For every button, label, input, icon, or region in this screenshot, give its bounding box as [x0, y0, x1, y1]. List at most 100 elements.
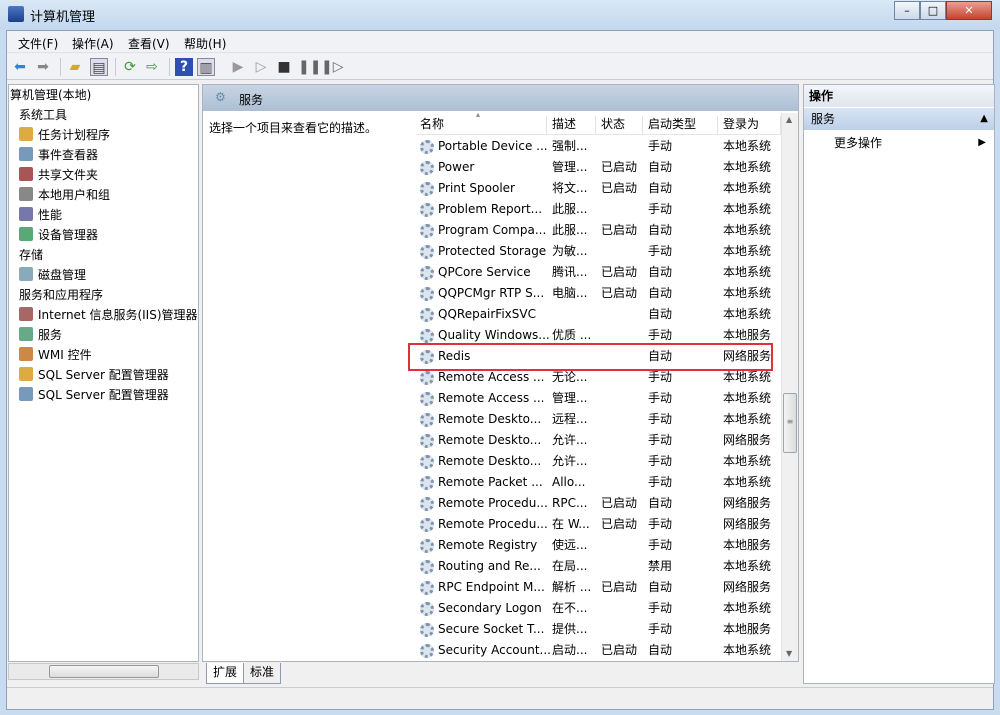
tree-item-label: SQL Server 配置管理器 [38, 388, 169, 402]
tree-item-label: 事件查看器 [38, 148, 99, 162]
service-gear-icon [420, 497, 434, 511]
disk-icon [19, 267, 33, 281]
computer-management-icon [8, 6, 24, 22]
service-status: 已启动 [601, 580, 638, 594]
service-row[interactable]: Routing and Re... 在局... 禁用 本地系统 [416, 556, 782, 577]
service-row[interactable]: Security Account... 启动... 已启动 自动 本地系统 [416, 640, 782, 661]
service-startup-type: 自动 [648, 643, 673, 657]
scroll-down-icon[interactable]: ▼ [786, 649, 792, 658]
service-description: 提供... [552, 622, 588, 636]
service-gear-icon [420, 539, 434, 553]
service-logon: 本地系统 [723, 286, 772, 300]
menu-view[interactable]: 查看(V) [128, 35, 170, 52]
service-row[interactable]: Remote Deskto... 远程... 手动 本地系统 [416, 409, 782, 430]
collapse-icon[interactable]: ▲ [980, 108, 988, 130]
tree-item-label: 本地用户和组 [38, 188, 111, 202]
service-logon: 本地系统 [723, 307, 772, 321]
menu-action[interactable]: 操作(A) [72, 35, 114, 52]
service-row[interactable]: Remote Packet ... Allo... 手动 本地系统 [416, 472, 782, 493]
tree-item[interactable]: 性能 [9, 205, 62, 225]
export-list-icon[interactable]: ⇨ [143, 58, 161, 76]
service-row[interactable]: Remote Access ... 管理... 手动 本地系统 [416, 388, 782, 409]
service-row[interactable]: Remote Registry 使远... 手动 本地服务 [416, 535, 782, 556]
service-row[interactable]: Remote Deskto... 允许... 手动 网络服务 [416, 430, 782, 451]
service-row[interactable]: Remote Deskto... 允许... 手动 本地系统 [416, 451, 782, 472]
service-name: QQRepairFixSVC [438, 307, 536, 321]
stop-icon[interactable]: ■ [275, 58, 293, 76]
service-startup-type: 手动 [648, 475, 673, 489]
close-button[interactable]: ✕ [946, 1, 992, 20]
resume-icon[interactable]: ❚▷ [321, 58, 344, 76]
tree-item[interactable]: 存储 [9, 245, 43, 265]
back-icon[interactable]: ⬅ [11, 58, 29, 76]
tree-item[interactable]: 磁盘管理 [9, 265, 86, 285]
pause-icon[interactable]: ❚❚ [298, 58, 321, 76]
tree-item[interactable]: Internet 信息服务(IIS)管理器 [9, 305, 198, 325]
service-row[interactable]: Remote Procedu... 在 W... 已启动 手动 网络服务 [416, 514, 782, 535]
list-vertical-scrollbar[interactable]: ▲ ≡ ▼ [781, 113, 798, 661]
up-folder-icon[interactable]: ▰ [66, 58, 84, 76]
service-row[interactable]: Print Spooler 将文... 已启动 自动 本地系统 [416, 178, 782, 199]
tree-item[interactable]: 任务计划程序 [9, 125, 110, 145]
actions-section-services[interactable]: 服务 ▲ [804, 108, 994, 130]
tree-item[interactable]: SQL Server 配置管理器 [9, 385, 169, 405]
service-status: 已启动 [601, 496, 638, 510]
show-hide-action-pane-icon[interactable]: ▥ [197, 58, 215, 76]
start-alt-icon[interactable]: ▷ [252, 58, 270, 76]
service-row[interactable]: Protected Storage 为敏... 手动 本地系统 [416, 241, 782, 262]
tree-item[interactable]: 服务和应用程序 [9, 285, 103, 305]
menu-help[interactable]: 帮助(H) [184, 35, 226, 52]
service-row[interactable]: Portable Device ... 强制... 手动 本地系统 [416, 136, 782, 157]
tree-item[interactable]: 事件查看器 [9, 145, 98, 165]
help-icon[interactable]: ? [175, 58, 193, 76]
tab-extended[interactable]: 扩展 [206, 663, 245, 684]
service-row[interactable]: Remote Procedu... RPC... 已启动 自动 网络服务 [416, 493, 782, 514]
service-logon: 本地系统 [723, 223, 772, 237]
tree-item[interactable]: 算机管理(本地) [9, 85, 91, 105]
service-startup-type: 手动 [648, 139, 673, 153]
scrollbar-thumb[interactable]: ≡ [783, 393, 797, 453]
maximize-button[interactable]: □ [920, 1, 946, 20]
tree-item[interactable]: 系统工具 [9, 105, 67, 125]
tree-item[interactable]: 共享文件夹 [9, 165, 98, 185]
service-row[interactable]: QQPCMgr RTP S... 电脑... 已启动 自动 本地系统 [416, 283, 782, 304]
refresh-icon[interactable]: ⟳ [121, 58, 139, 76]
service-startup-type: 自动 [648, 160, 673, 174]
tree-item[interactable]: WMI 控件 [9, 345, 92, 365]
service-row[interactable]: RPC Endpoint M... 解析 ... 已启动 自动 网络服务 [416, 577, 782, 598]
service-row[interactable]: QPCore Service 腾讯... 已启动 自动 本地系统 [416, 262, 782, 283]
sort-ascending-icon: ▴ [476, 110, 481, 119]
service-name: Problem Report... [438, 202, 543, 216]
start-icon[interactable]: ▶ [229, 58, 247, 76]
service-row[interactable]: Power 管理... 已启动 自动 本地系统 [416, 157, 782, 178]
column-name[interactable]: 名称 [416, 116, 547, 134]
tree-item[interactable]: 设备管理器 [9, 225, 98, 245]
column-status[interactable]: 状态 [597, 116, 643, 134]
tree-item[interactable]: SQL Server 配置管理器 [9, 365, 169, 385]
toolbar-separator [60, 58, 61, 76]
column-description[interactable]: 描述 [548, 116, 596, 134]
menu-file[interactable]: 文件(F) [18, 35, 58, 52]
service-description: 远程... [552, 412, 588, 426]
service-row[interactable]: Program Compa... 此服... 已启动 自动 本地系统 [416, 220, 782, 241]
tree-horizontal-scrollbar[interactable] [8, 663, 199, 680]
column-log-on-as[interactable]: 登录为 [719, 116, 781, 134]
minimize-button[interactable]: – [894, 1, 920, 20]
forward-icon[interactable]: ➡ [34, 58, 52, 76]
column-startup-type[interactable]: 启动类型 [644, 116, 718, 134]
service-row[interactable]: QQRepairFixSVC 自动 本地系统 [416, 304, 782, 325]
scroll-up-icon[interactable]: ▲ [786, 115, 792, 124]
tree-item[interactable]: 服务 [9, 325, 62, 345]
service-row[interactable]: Secondary Logon 在不... 手动 本地系统 [416, 598, 782, 619]
tree-item[interactable]: 本地用户和组 [9, 185, 110, 205]
service-row[interactable]: Secure Socket T... 提供... 手动 本地服务 [416, 619, 782, 640]
show-hide-tree-icon[interactable]: ▤ [90, 58, 108, 76]
service-logon: 本地系统 [723, 643, 772, 657]
actions-title: 操作 [804, 85, 994, 107]
service-description: 允许... [552, 454, 588, 468]
tab-standard[interactable]: 标准 [243, 663, 282, 684]
more-actions[interactable]: 更多操作 ▶ [834, 133, 986, 153]
service-gear-icon [420, 140, 434, 154]
service-logon: 网络服务 [723, 433, 772, 447]
service-row[interactable]: Problem Report... 此服... 手动 本地系统 [416, 199, 782, 220]
